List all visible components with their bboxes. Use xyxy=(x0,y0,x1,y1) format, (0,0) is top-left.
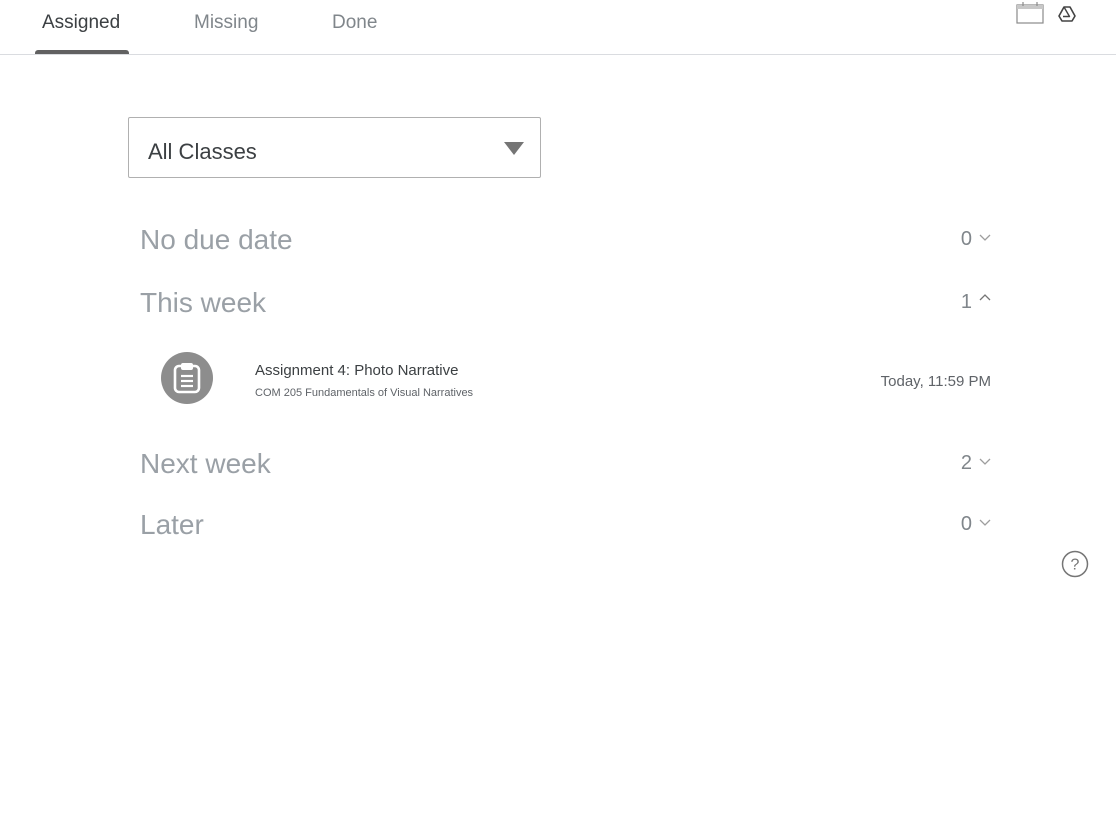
top-bar: Assigned Missing Done xyxy=(0,0,1116,55)
section-later[interactable]: Later 0 xyxy=(140,505,992,545)
tab-done[interactable]: Done xyxy=(332,12,377,34)
section-title: This week xyxy=(140,287,267,318)
help-icon[interactable]: ? xyxy=(1061,550,1089,578)
section-title: No due date xyxy=(140,224,293,255)
google-drive-icon[interactable] xyxy=(1058,6,1076,27)
assignment-row[interactable]: Assignment 4: Photo Narrative COM 205 Fu… xyxy=(140,345,992,415)
assignment-due-date: Today, 11:59 PM xyxy=(880,373,991,390)
active-tab-indicator xyxy=(35,50,129,54)
assignment-title[interactable]: Assignment 4: Photo Narrative xyxy=(255,362,458,379)
section-no-due-date[interactable]: No due date 0 xyxy=(140,220,992,260)
section-count: 2 xyxy=(960,452,972,474)
class-filter-value: All Classes xyxy=(148,139,257,164)
section-title: Later xyxy=(140,509,204,540)
chevron-up-icon xyxy=(978,290,992,304)
calendar-icon[interactable] xyxy=(1016,2,1044,29)
section-next-week[interactable]: Next week 2 xyxy=(140,444,992,484)
section-this-week[interactable]: This week 1 xyxy=(140,283,992,323)
tab-missing[interactable]: Missing xyxy=(194,12,258,34)
assignment-class-name: COM 205 Fundamentals of Visual Narrative… xyxy=(255,387,474,399)
dropdown-arrow-icon xyxy=(504,142,524,155)
assignment-icon xyxy=(161,352,213,404)
section-count: 0 xyxy=(960,228,972,250)
chevron-down-icon xyxy=(978,454,992,468)
chevron-down-icon xyxy=(978,230,992,244)
svg-text:?: ? xyxy=(1071,557,1080,574)
section-count: 0 xyxy=(960,513,972,535)
class-filter-dropdown[interactable]: All Classes xyxy=(128,117,541,178)
section-title: Next week xyxy=(140,448,271,479)
chevron-down-icon xyxy=(978,515,992,529)
section-count: 1 xyxy=(960,291,972,313)
tab-assigned[interactable]: Assigned xyxy=(42,12,120,34)
